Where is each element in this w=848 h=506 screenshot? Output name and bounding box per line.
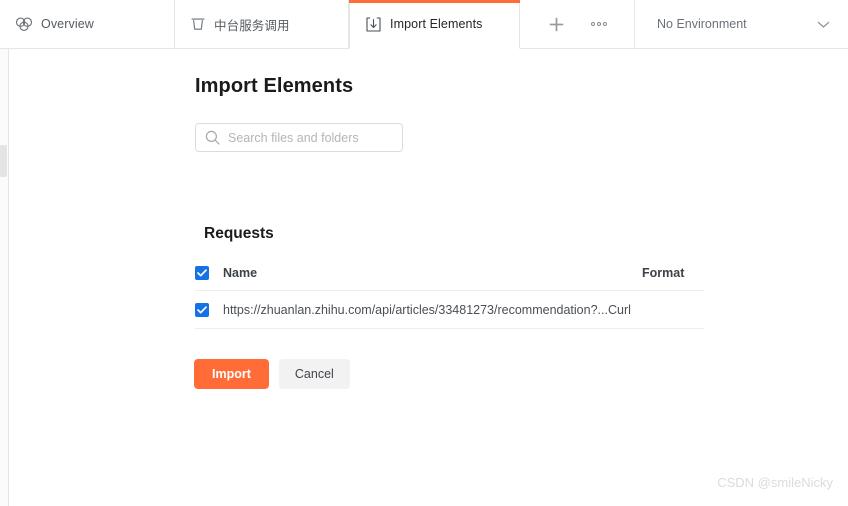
page-title: Import Elements <box>195 75 354 97</box>
import-button[interactable]: Import <box>194 359 269 389</box>
trash-icon <box>191 16 205 32</box>
table-row[interactable]: https://zhuanlan.zhihu.com/api/articles/… <box>195 291 704 329</box>
import-arrow-icon <box>366 16 381 32</box>
search-files-and-folders-box[interactable] <box>195 123 403 152</box>
requests-section-title: Requests <box>204 225 274 242</box>
more-dots <box>590 22 607 26</box>
tab-import-elements-label: Import Elements <box>390 17 483 31</box>
environment-selector[interactable]: No Environment <box>635 0 848 49</box>
watermark: CSDN @smileNicky <box>717 475 833 490</box>
tab-overview-label: Overview <box>41 17 94 31</box>
tab-overview[interactable]: Overview <box>0 0 175 49</box>
select-all-checkbox[interactable] <box>195 265 209 280</box>
search-input[interactable] <box>228 130 393 145</box>
search-icon <box>205 130 220 145</box>
tab-import-elements[interactable]: Import Elements <box>349 0 520 49</box>
cancel-button[interactable]: Cancel <box>278 359 350 389</box>
chevron-down-icon <box>817 20 830 29</box>
row-format-value: Curl <box>607 302 631 317</box>
sidebar-resize-handle[interactable] <box>0 145 7 177</box>
tab-actions-group <box>520 0 635 49</box>
row-request-url: https://zhuanlan.zhihu.com/api/articles/… <box>223 302 608 317</box>
tab-service-call[interactable]: 中台服务调用 <box>175 0 349 49</box>
more-horizontal-icon[interactable] <box>590 22 607 26</box>
table-header-row: Name Format <box>195 255 704 291</box>
column-header-format: Format <box>642 265 685 280</box>
requests-table: Name Format https://zhuanlan.zhihu.com/a… <box>195 255 704 329</box>
action-buttons: Import Cancel <box>194 359 350 389</box>
sidebar-collapsed-rail <box>0 49 9 506</box>
row-checkbox[interactable] <box>195 302 209 317</box>
row-name-cell: https://zhuanlan.zhihu.com/api/articles/… <box>223 303 704 317</box>
import-elements-panel: Import Elements Requests Name Format <box>10 49 848 506</box>
environment-selector-label: No Environment <box>657 17 747 31</box>
tab-bar: Overview 中台服务调用 Import Elements No Envir… <box>0 0 848 49</box>
tab-service-call-label: 中台服务调用 <box>214 18 290 33</box>
postman-overview-icon <box>16 17 32 31</box>
active-tab-indicator <box>349 0 520 3</box>
plus-icon[interactable] <box>548 16 565 33</box>
column-header-name: Name <box>223 265 258 280</box>
